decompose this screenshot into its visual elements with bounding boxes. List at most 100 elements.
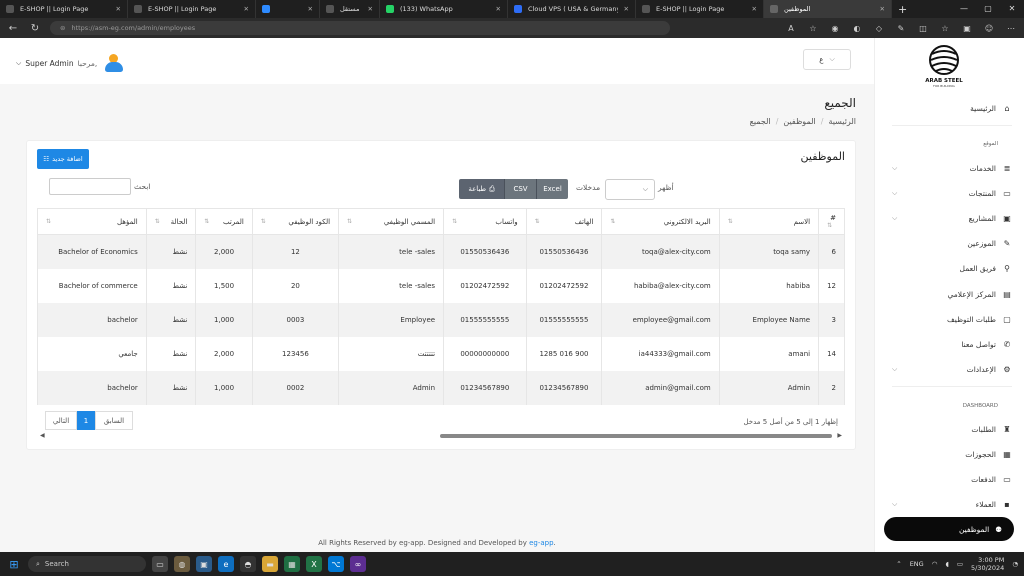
vscode-icon[interactable]: ⌥ <box>328 556 344 572</box>
tab-close-icon[interactable]: ✕ <box>880 5 885 13</box>
column-header[interactable]: الحالة ⇅ <box>145 208 197 235</box>
sidebar-item[interactable]: ✎ الموزعين <box>892 235 1012 253</box>
sidebar-item[interactable]: ▢ طلبات التوظيف <box>892 310 1012 328</box>
language-select[interactable]: ع ⌵ <box>803 49 851 70</box>
site-info-icon[interactable]: ⊜ <box>60 24 65 32</box>
breadcrumb-employees[interactable]: الموظفين <box>783 117 815 126</box>
page-size-select[interactable]: ⌵ <box>605 179 655 200</box>
column-header[interactable]: المرتب ⇅ <box>195 208 253 235</box>
reload-icon[interactable]: ↻ <box>28 23 42 34</box>
table-row[interactable]: 3 Employee Name employee@gmail.com 01555555… <box>37 302 845 337</box>
sidebar-item[interactable]: ♜ الطلبات <box>892 420 1012 438</box>
table-scrollbar[interactable]: ◀ ▶ <box>40 432 842 439</box>
column-header[interactable]: البريد الالكتروني ⇅ <box>601 208 720 235</box>
column-header[interactable]: الهاتف ⇅ <box>525 208 603 235</box>
browser-tab[interactable]: Cloud VPS ( USA & Germany & F ✕ <box>508 0 636 18</box>
footer-link[interactable]: eg-app <box>529 539 553 547</box>
sidebar-item[interactable]: ▪ العملاء ⌵ <box>892 495 1012 513</box>
browser-tab[interactable]: (133) WhatsApp ✕ <box>380 0 508 18</box>
close-icon[interactable]: ✕ <box>1000 0 1024 18</box>
browser-tab[interactable]: E-SHOP || Login Page ✕ <box>128 0 256 18</box>
maximize-icon[interactable]: ▢ <box>976 0 1000 18</box>
extension-icon-3[interactable]: ◇ <box>872 24 886 33</box>
table-row[interactable]: 14 amani ia44333@gmail.com 900 016 1285 0000… <box>37 336 845 371</box>
read-aloud-icon[interactable]: A <box>784 24 798 33</box>
tab-close-icon[interactable]: ✕ <box>496 5 501 13</box>
favorite-star-icon[interactable]: ☆ <box>806 24 820 33</box>
prev-page-button[interactable]: السابق <box>95 411 133 430</box>
tab-close-icon[interactable]: ✕ <box>244 5 249 13</box>
sidebar-item[interactable]: ▭ الدفعات <box>892 470 1012 488</box>
visual-studio-icon[interactable]: ∞ <box>350 556 366 572</box>
store-icon[interactable]: ▣ <box>196 556 212 572</box>
profile-icon[interactable]: ☺ <box>982 24 996 33</box>
lang-indicator[interactable]: ENG <box>910 560 924 568</box>
scroll-left-icon[interactable]: ◀ <box>40 432 45 439</box>
sidebar-item-employees[interactable]: ⚉ الموظفين <box>884 517 1014 541</box>
excel-icon[interactable]: X <box>306 556 322 572</box>
tab-close-icon[interactable]: ✕ <box>368 5 373 13</box>
search-input[interactable] <box>49 178 131 195</box>
volume-icon[interactable]: ◖ <box>945 560 948 568</box>
user-menu[interactable]: ⌵ Super Admin مرحبا, <box>16 54 124 72</box>
extension-icon-2[interactable]: ◐ <box>850 24 864 33</box>
breadcrumb-home[interactable]: الرئيسية <box>828 117 856 126</box>
scroll-right-icon[interactable]: ▶ <box>837 432 842 439</box>
new-tab-icon[interactable]: + <box>892 0 913 18</box>
column-header[interactable]: # ⇅ <box>818 208 845 235</box>
battery-icon[interactable]: ▭ <box>957 560 963 568</box>
collections-icon[interactable]: ▣ <box>960 24 974 33</box>
csv-button[interactable]: CSV <box>505 179 536 199</box>
split-screen-icon[interactable]: ◫ <box>916 24 930 33</box>
browser-tab[interactable]: الرسائل | مستقل ✕ <box>320 0 380 18</box>
wifi-icon[interactable]: ◠ <box>932 560 938 568</box>
sidebar-item[interactable]: ⚲ فريق العمل <box>892 260 1012 278</box>
task-view-icon[interactable]: ▭ <box>152 556 168 572</box>
browser-tab[interactable]: ✕ <box>256 0 320 18</box>
column-header[interactable]: المؤهل ⇅ <box>37 208 147 235</box>
favorites-icon[interactable]: ☆ <box>938 24 952 33</box>
url-field[interactable]: ⊜ https://asm-eg.com/admin/employees <box>50 21 670 35</box>
sidebar-item[interactable]: ▭ المنتجات ⌵ <box>892 184 1012 202</box>
print-button[interactable]: طباعة ⎙ <box>459 179 504 199</box>
browser-tab[interactable]: E-SHOP || Login Page ✕ <box>636 0 764 18</box>
pen-icon[interactable]: ✎ <box>894 24 908 33</box>
sidebar-item[interactable]: ▤ المركز الإعلامي <box>892 285 1012 303</box>
tab-close-icon[interactable]: ✕ <box>752 5 757 13</box>
clock[interactable]: 3:00 PM 5/30/2024 <box>971 556 1004 572</box>
file-explorer-icon[interactable]: ▬ <box>262 556 278 572</box>
page-1-button[interactable]: 1 <box>77 411 95 430</box>
table-row[interactable]: 6 toqa samy toqa@alex-city.com 01550536436 0… <box>37 234 845 269</box>
tab-close-icon[interactable]: ✕ <box>308 5 313 13</box>
table-row[interactable]: 12 habiba habiba@alex-city.com 01202472592 0… <box>37 268 845 303</box>
sheets-icon[interactable]: ▦ <box>284 556 300 572</box>
extension-icon[interactable]: ◉ <box>828 24 842 33</box>
sidebar-item-home[interactable]: ⌂ الرئيسية <box>892 99 1012 117</box>
windows-start-icon[interactable]: ⊞ <box>6 556 22 572</box>
tab-close-icon[interactable]: ✕ <box>624 5 629 13</box>
column-header[interactable]: الاسم ⇅ <box>718 208 820 235</box>
tab-close-icon[interactable]: ✕ <box>116 5 121 13</box>
edge-icon[interactable]: e <box>218 556 234 572</box>
back-icon[interactable]: ← <box>6 23 20 34</box>
sidebar-item[interactable]: ≣ الخدمات ⌵ <box>892 159 1012 177</box>
scrollbar-thumb[interactable] <box>440 434 832 438</box>
sidebar-item[interactable]: ▣ المشاريع ⌵ <box>892 209 1012 227</box>
browser-tab[interactable]: الموظفين ✕ <box>764 0 892 18</box>
more-icon[interactable]: ⋯ <box>1004 24 1018 33</box>
column-header[interactable]: الكود الوظيفي ⇅ <box>251 208 340 235</box>
column-header[interactable]: المسمي الوظيفي ⇅ <box>338 208 445 235</box>
minimize-icon[interactable]: — <box>952 0 976 18</box>
excel-button[interactable]: Excel <box>537 179 568 199</box>
sidebar-item[interactable]: ▦ الحجوزات <box>892 445 1012 463</box>
sidebar-item[interactable]: ⚙ الإعدادات ⌵ <box>892 361 1012 379</box>
sidebar-item[interactable]: ✆ تواصل معنا <box>892 335 1012 353</box>
table-row[interactable]: 2 Admin admin@gmail.com 01234567890 01234567… <box>37 370 845 405</box>
taskbar-search[interactable]: ⌕ Search <box>28 556 146 572</box>
column-header[interactable]: واتساب ⇅ <box>443 208 527 235</box>
notifications-icon[interactable]: ◔ <box>1012 560 1018 568</box>
add-new-button[interactable]: ☷ اضافة جديد <box>37 149 89 169</box>
widgets-icon[interactable]: ◍ <box>174 556 190 572</box>
tray-chevron-icon[interactable]: ⌃ <box>896 560 901 568</box>
next-page-button[interactable]: التالي <box>45 411 77 430</box>
